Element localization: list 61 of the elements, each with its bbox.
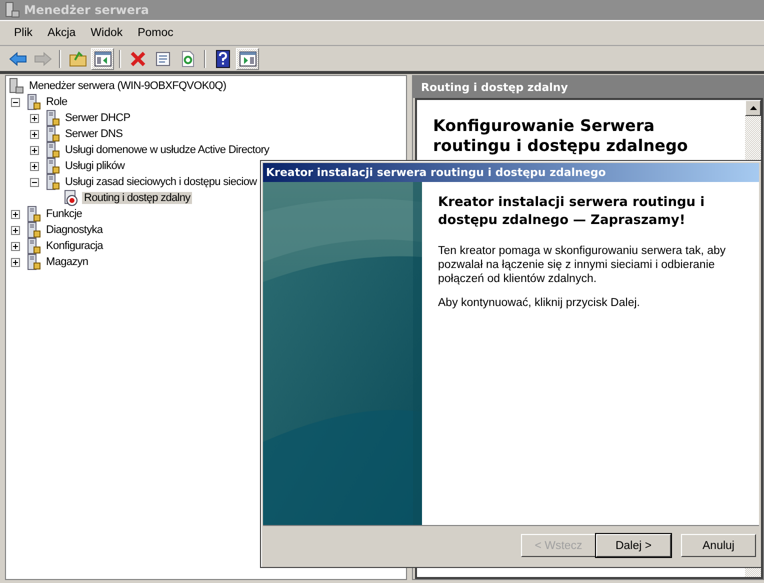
- wizard-paragraph: Aby kontynuować, kliknij przycisk Dalej.: [438, 296, 641, 310]
- routing-icon: [63, 190, 79, 206]
- dialog-title: Kreator instalacji serwera routingu i dostępu zdalnego: [263, 163, 759, 182]
- pane-header: Routing i dostęp zdalny: [413, 76, 763, 98]
- tree-item[interactable]: Usługi plików: [63, 160, 127, 172]
- expand-toggle[interactable]: [11, 210, 20, 218]
- forward-arrow-icon: [34, 52, 52, 66]
- menu-item[interactable]: Widok: [84, 25, 129, 41]
- toolbar-button[interactable]: [236, 48, 259, 70]
- server-icon: [25, 206, 41, 222]
- server-icon: [44, 158, 60, 174]
- collapse-toggle[interactable]: [30, 178, 39, 186]
- server-manager-icon: [4, 2, 20, 18]
- scroll-up-button[interactable]: [745, 100, 761, 116]
- pane-icon: [94, 50, 112, 66]
- arrow-up-icon: [750, 106, 756, 110]
- tree-item[interactable]: Menedżer serwera (WIN-9OBXFQVOK0Q): [27, 80, 228, 92]
- tree-item[interactable]: Diagnostyka: [44, 224, 105, 236]
- tree-item[interactable]: Funkcje: [44, 208, 84, 220]
- wizard-heading: Kreator instalacji serwera routingu i dostępu zdalnego — Zapraszamy!: [438, 194, 706, 230]
- pane-icon: [238, 50, 256, 66]
- help-icon: [216, 50, 230, 68]
- menu-item[interactable]: Plik: [8, 25, 39, 41]
- tree-item[interactable]: Usługi zasad sieciowych i dostępu sieciow: [63, 176, 259, 188]
- window-title: Menedżer serwera: [24, 3, 150, 17]
- server-icon: [44, 174, 60, 190]
- tree-item[interactable]: Magazyn: [44, 256, 90, 268]
- back-arrow-icon: [8, 52, 26, 66]
- expand-toggle[interactable]: [11, 258, 20, 266]
- properties-icon: [154, 50, 170, 66]
- server-icon: [44, 126, 60, 142]
- server-icon: [25, 238, 41, 254]
- tree-item[interactable]: Role: [44, 96, 70, 108]
- folder-icon: [68, 50, 86, 66]
- expand-toggle[interactable]: [30, 146, 39, 154]
- dialog-button[interactable]: Dalej >: [596, 534, 671, 557]
- tree-item[interactable]: Usługi domenowe w usłudze Active Directory: [63, 144, 272, 156]
- expand-toggle[interactable]: [30, 114, 39, 122]
- expand-toggle[interactable]: [30, 162, 39, 170]
- server-icon: [44, 142, 60, 158]
- section-heading: Konfigurowanie Serwera routingu i dostępu zdalnego: [433, 116, 689, 156]
- menu-item[interactable]: Pomoc: [132, 25, 180, 41]
- server-icon: [25, 222, 41, 238]
- tree-item[interactable]: Konfiguracja: [44, 240, 105, 252]
- delete-icon: [130, 50, 146, 66]
- menu-item[interactable]: Akcja: [42, 25, 82, 41]
- toolbar-button[interactable]: [91, 48, 114, 70]
- expand-toggle[interactable]: [11, 242, 20, 250]
- server-icon: [25, 254, 41, 270]
- server-icon: [44, 110, 60, 126]
- tree-item[interactable]: Serwer DNS: [63, 128, 125, 140]
- collapse-toggle[interactable]: [11, 98, 20, 106]
- server-icon: [25, 94, 41, 110]
- tree-item[interactable]: Routing i dostęp zdalny: [82, 192, 192, 204]
- expand-toggle[interactable]: [11, 226, 20, 234]
- dialog-button[interactable]: Anuluj: [681, 534, 756, 557]
- server-manager-icon: [8, 78, 24, 94]
- expand-toggle[interactable]: [30, 130, 39, 138]
- refresh-icon: [180, 50, 194, 66]
- tree-item[interactable]: Serwer DHCP: [63, 112, 132, 124]
- wizard-paragraph: Ten kreator pomaga w skonfigurowaniu serwera tak, aby pozwalał na łączenie się z innymi sieciami i odbieranie połączeń od klientów zdalnych.: [438, 244, 727, 286]
